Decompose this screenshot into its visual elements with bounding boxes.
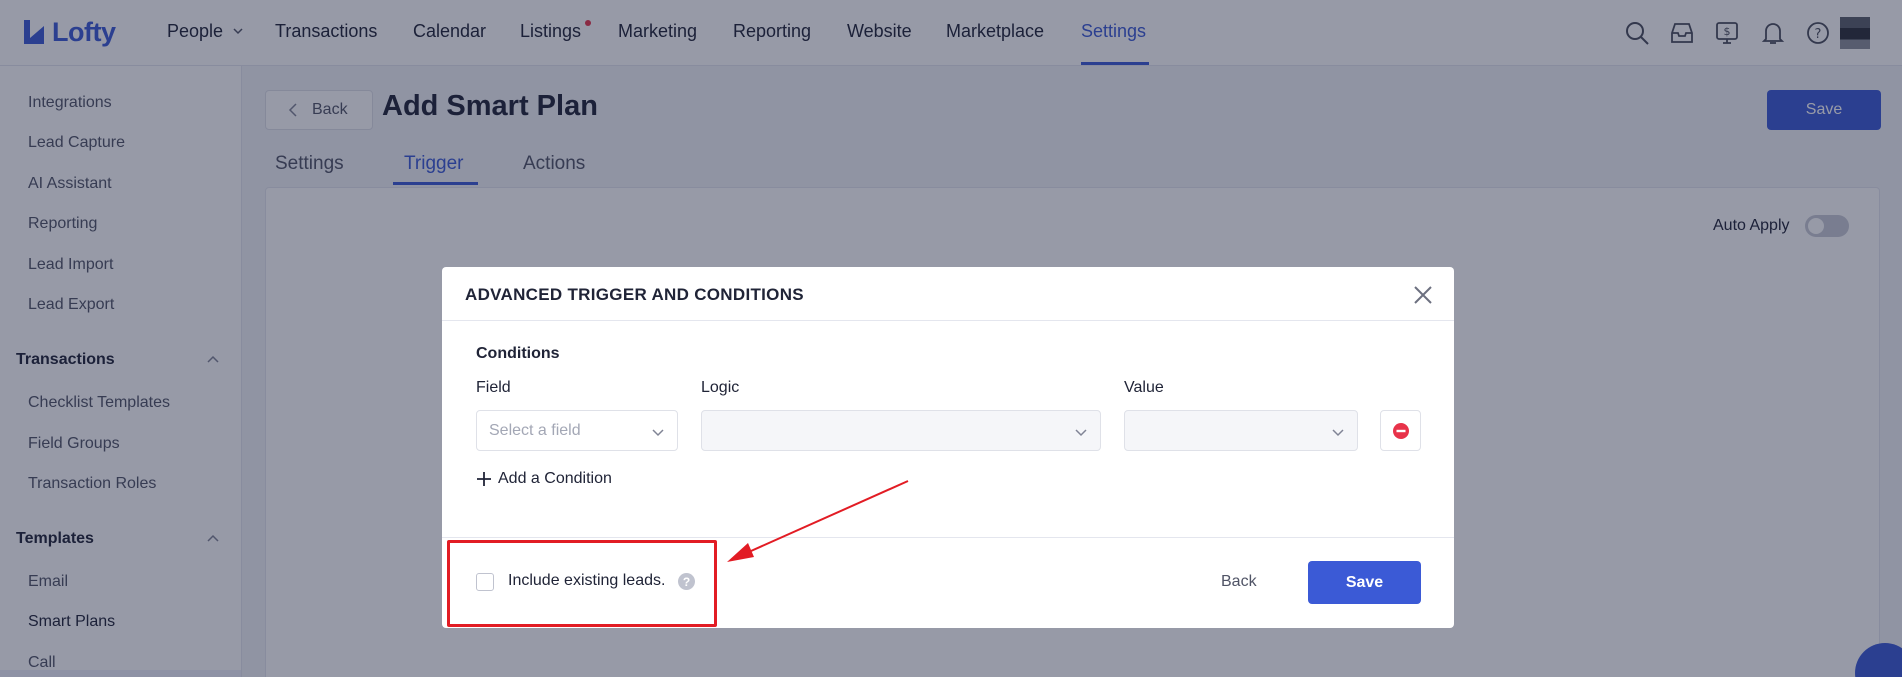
plus-icon [477, 472, 491, 486]
modal-save-button[interactable]: Save [1308, 561, 1421, 604]
field-select[interactable]: Select a field [476, 410, 678, 451]
value-column-label: Value [1124, 379, 1164, 396]
logic-select[interactable] [701, 410, 1101, 451]
add-condition-label: Add a Condition [498, 470, 612, 487]
highlight-box [447, 540, 717, 627]
add-condition-button[interactable]: Add a Condition [476, 470, 612, 488]
chevron-down-icon [1075, 429, 1087, 437]
field-column-label: Field [476, 379, 511, 396]
minus-circle-icon [1392, 422, 1409, 439]
chevron-down-icon [652, 429, 664, 437]
annotation-arrow-icon [727, 480, 909, 562]
remove-condition-button[interactable] [1380, 410, 1421, 451]
modal-title: ADVANCED TRIGGER AND CONDITIONS [465, 285, 804, 304]
modal-footer-divider [442, 537, 1454, 538]
logic-column-label: Logic [701, 379, 740, 396]
chevron-down-icon [1332, 429, 1344, 437]
modal-header: ADVANCED TRIGGER AND CONDITIONS [442, 267, 1454, 321]
modal-back-button[interactable]: Back [1221, 573, 1257, 591]
conditions-title: Conditions [476, 345, 560, 362]
field-select-placeholder: Select a field [489, 422, 581, 439]
close-icon[interactable] [1412, 284, 1434, 306]
value-select[interactable] [1124, 410, 1358, 451]
